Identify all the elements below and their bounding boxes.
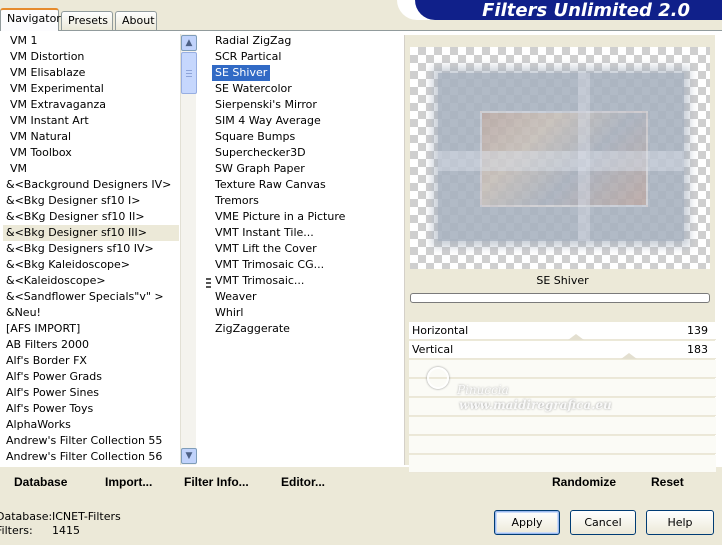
filter-item[interactable]: Sierpenski's Mirror	[212, 97, 320, 113]
category-item[interactable]: VM Experimental	[7, 81, 179, 97]
filter-item[interactable]: SIM 4 Way Average	[212, 113, 324, 129]
filter-item[interactable]: VMT Trimosaic...	[212, 273, 307, 289]
category-item[interactable]: Alf's Power Sines	[3, 385, 179, 401]
category-item[interactable]: Alf's Border FX	[3, 353, 179, 369]
slider-horizontal[interactable]: Horizontal 139	[409, 322, 716, 340]
category-item[interactable]: Alf's Power Grads	[3, 369, 179, 385]
slider-value: 183	[687, 343, 708, 356]
category-item[interactable]: &<BKg Designer sf10 II>	[3, 209, 179, 225]
slider-value: 139	[687, 324, 708, 337]
app-title: Filters Unlimited 2.0	[482, 0, 690, 21]
slider-empty	[409, 436, 716, 454]
current-filter-name: SE Shiver	[536, 274, 589, 287]
filter-item[interactable]: Weaver	[212, 289, 260, 305]
preview-panel: SE Shiver Horizontal 139 Vertical 183 Pinuc…	[404, 35, 716, 473]
category-item[interactable]: AlphaWorks	[3, 417, 179, 433]
watermark-logo-icon	[427, 367, 449, 389]
filters-count: 1415	[52, 524, 80, 537]
slider-label: Horizontal	[412, 324, 469, 337]
database-button[interactable]: Database	[14, 475, 67, 489]
filter-item[interactable]: Whirl	[212, 305, 246, 321]
category-item[interactable]: Andrew's Filter Collection 56	[3, 449, 179, 465]
category-item[interactable]: Alf's Power Toys	[3, 401, 179, 417]
database-label: Database:	[0, 510, 53, 523]
preview-thumbnail	[438, 73, 684, 241]
filter-item[interactable]: SW Graph Paper	[212, 161, 308, 177]
help-button[interactable]: Help	[646, 510, 714, 535]
filter-marker-icon	[206, 278, 211, 288]
category-item[interactable]: &Neu!	[3, 305, 179, 321]
scroll-up-button[interactable]: ▲	[181, 35, 197, 51]
watermark-url: www.maidiregrafica.eu	[459, 398, 612, 412]
filter-item[interactable]: VMT Lift the Cover	[212, 241, 320, 257]
tab-navigator[interactable]: Navigator	[0, 8, 61, 31]
slider-empty	[409, 379, 716, 397]
category-item[interactable]: VM Instant Art	[7, 113, 179, 129]
category-item[interactable]: VM Distortion	[7, 49, 179, 65]
apply-button[interactable]: Apply	[494, 510, 560, 535]
filters-label: Filters:	[0, 524, 33, 537]
category-item[interactable]: Andrew's Filter Collection 55	[3, 433, 179, 449]
category-list[interactable]: VM 1 VM Distortion VM Elisablaze VM Experim…	[3, 33, 179, 465]
filter-info-button[interactable]: Filter Info...	[184, 475, 249, 489]
category-item[interactable]: VM Natural	[7, 129, 179, 145]
preview-image	[410, 47, 710, 269]
category-item[interactable]: &<Bkg Designer sf10 III>	[3, 225, 179, 241]
scroll-thumb[interactable]	[181, 52, 197, 94]
grip-icon	[186, 69, 192, 77]
filter-item[interactable]: Texture Raw Canvas	[212, 177, 329, 193]
progress-bar	[410, 293, 710, 303]
category-item[interactable]: &<Bkg Designer sf10 I>	[3, 193, 179, 209]
tab-presets[interactable]: Presets	[61, 11, 113, 30]
category-item[interactable]: &<Sandflower Specials"v" >	[3, 289, 179, 305]
editor-button[interactable]: Editor...	[281, 475, 325, 489]
slider-vertical[interactable]: Vertical 183	[409, 341, 716, 359]
randomize-button[interactable]: Randomize	[552, 475, 616, 489]
filter-item[interactable]: Tremors	[212, 193, 262, 209]
slider-thumb-icon[interactable]	[621, 353, 637, 359]
watermark-name: Pinuccia	[457, 383, 509, 397]
filter-item[interactable]: VME Picture in a Picture	[212, 209, 348, 225]
filter-item[interactable]: Superchecker3D	[212, 145, 309, 161]
category-item[interactable]: AB Filters 2000	[3, 337, 179, 353]
filter-item[interactable]: SE Watercolor	[212, 81, 295, 97]
filter-item[interactable]: Square Bumps	[212, 129, 298, 145]
filter-item[interactable]: VMT Instant Tile...	[212, 225, 317, 241]
category-item[interactable]: &<Kaleidoscope>	[3, 273, 179, 289]
filter-list[interactable]: Radial ZigZag SCR Partical SE Shiver SE Wat…	[212, 33, 387, 337]
cancel-button[interactable]: Cancel	[570, 510, 636, 535]
category-scrollbar[interactable]: ▲ ▼	[180, 34, 197, 465]
filter-item[interactable]: VMT Trimosaic CG...	[212, 257, 327, 273]
scroll-down-button[interactable]: ▼	[181, 448, 197, 464]
reset-button[interactable]: Reset	[651, 475, 684, 489]
slider-empty	[409, 417, 716, 435]
filter-item[interactable]: SE Shiver	[212, 65, 271, 81]
category-item[interactable]: &<Background Designers IV>	[3, 177, 179, 193]
filter-item[interactable]: ZigZaggerate	[212, 321, 293, 337]
preview-band	[438, 151, 684, 171]
category-item[interactable]: VM Extravaganza	[7, 97, 179, 113]
tab-about[interactable]: About	[115, 11, 157, 30]
category-item[interactable]: VM	[7, 161, 179, 177]
filter-item[interactable]: SCR Partical	[212, 49, 284, 65]
category-item[interactable]: &<Bkg Kaleidoscope>	[3, 257, 179, 273]
slider-thumb-icon[interactable]	[568, 334, 584, 340]
category-item[interactable]: [AFS IMPORT]	[3, 321, 179, 337]
slider-label: Vertical	[412, 343, 454, 356]
category-item[interactable]: VM 1	[7, 33, 179, 49]
action-bar: Database Import... Filter Info... Editor…	[0, 468, 722, 496]
import-button[interactable]: Import...	[105, 475, 152, 489]
slider-empty	[409, 360, 716, 378]
category-item[interactable]: &<Bkg Designers sf10 IV>	[3, 241, 179, 257]
preview-band	[578, 73, 590, 241]
app-banner: Filters Unlimited 2.0	[397, 0, 722, 21]
category-item[interactable]: VM Elisablaze	[7, 65, 179, 81]
category-item[interactable]: VM Toolbox	[7, 145, 179, 161]
filter-item[interactable]: Radial ZigZag	[212, 33, 294, 49]
database-value: ICNET-Filters	[52, 510, 121, 523]
